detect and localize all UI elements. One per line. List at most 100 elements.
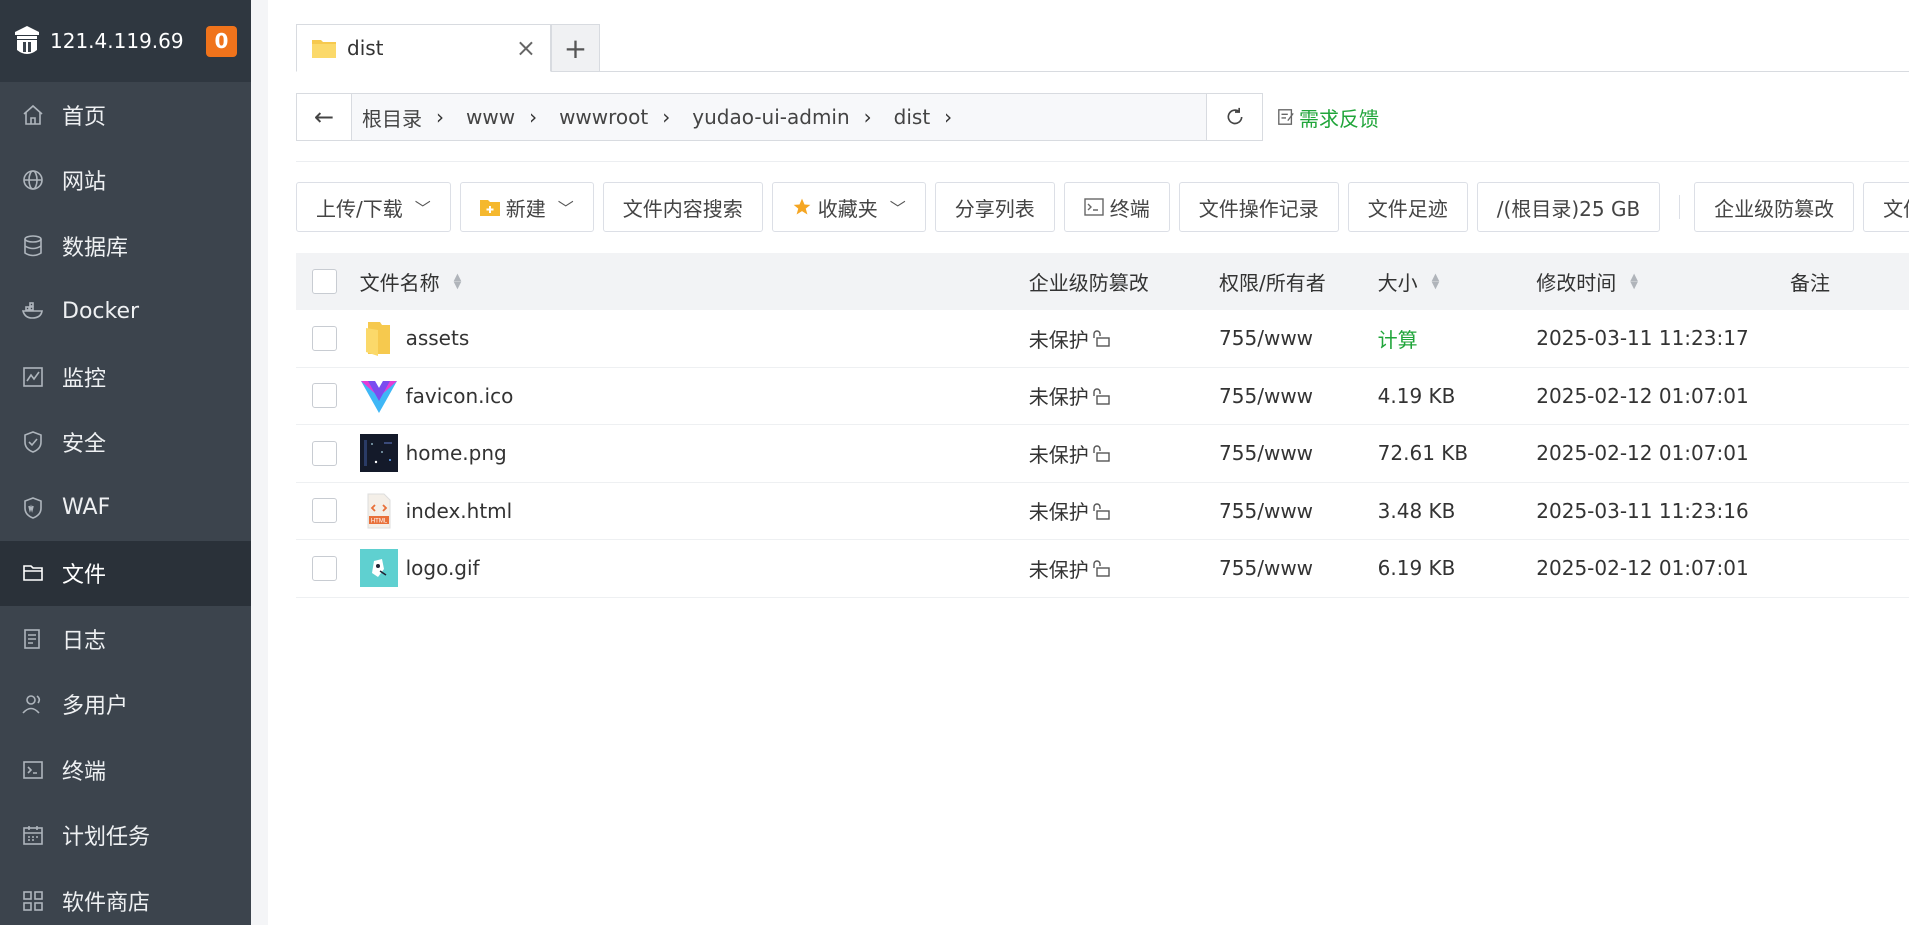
crumb-wwwroot[interactable]: wwwroot	[559, 105, 648, 129]
feedback-link[interactable]: 需求反馈	[1277, 103, 1379, 132]
row-checkbox[interactable]	[312, 555, 337, 581]
chevron-right-icon: ›	[863, 105, 872, 129]
tamper-protection-button[interactable]: 企业级防篡改	[1694, 182, 1855, 232]
chevron-down-icon: ﹀	[889, 199, 906, 218]
row-checkbox[interactable]	[312, 325, 337, 351]
sidebar-item-label: WAF	[62, 495, 111, 521]
favorites-button[interactable]: 收藏夹 ﹀	[771, 182, 926, 232]
close-icon[interactable]: ×	[516, 34, 536, 62]
sidebar-item-waf[interactable]: WAF	[0, 475, 251, 541]
unlock-icon[interactable]	[1093, 444, 1111, 462]
terminal-button[interactable]: 终端	[1063, 182, 1170, 232]
table-row[interactable]: home.png 未保护 755/www 72.61 KB 2025-02-12…	[296, 425, 1909, 483]
crumb-dist[interactable]: dist	[894, 105, 931, 129]
star-icon	[792, 197, 812, 217]
sidebar-item-docker[interactable]: Docker	[0, 279, 251, 345]
chevron-right-icon: ›	[529, 105, 538, 129]
table-row[interactable]: favicon.ico 未保护 755/www 4.19 KB 2025-02-…	[296, 368, 1909, 425]
terminal-icon	[20, 757, 46, 783]
unlock-icon[interactable]	[1093, 502, 1111, 520]
sidebar-item-multi-user[interactable]: 多用户	[0, 672, 251, 738]
select-all-checkbox[interactable]	[312, 269, 337, 294]
file-name[interactable]: logo.gif	[406, 556, 480, 580]
unlock-icon[interactable]	[1093, 559, 1111, 577]
tab-dist[interactable]: dist ×	[296, 24, 551, 72]
crumb-root[interactable]: 根目录	[362, 103, 422, 132]
file-name[interactable]: favicon.ico	[406, 384, 514, 408]
file-size: 4.19 KB	[1377, 383, 1456, 408]
col-mtime-header[interactable]: 修改时间 ▲ ▼	[1536, 267, 1790, 296]
sidebar-item-files[interactable]: 文件	[0, 540, 251, 606]
row-checkbox[interactable]	[312, 440, 337, 466]
sidebar-item-security[interactable]: 安全	[0, 410, 251, 476]
perm-owner[interactable]: 755/www	[1219, 556, 1378, 580]
calculate-size-link[interactable]: 计算	[1378, 324, 1418, 353]
log-icon	[20, 626, 46, 652]
col-size-header[interactable]: 大小 ▲ ▼	[1378, 267, 1537, 296]
alert-count-badge[interactable]: 0	[206, 25, 237, 57]
sidebar-item-cron[interactable]: 计划任务	[0, 803, 251, 869]
table-row[interactable]: logo.gif 未保护 755/www 6.19 KB 2025-02-12 …	[296, 540, 1909, 598]
row-checkbox[interactable]	[312, 498, 337, 524]
file-name[interactable]: assets	[406, 326, 470, 350]
sidebar-item-label: 数据库	[62, 235, 129, 261]
back-button[interactable]: ←	[296, 93, 352, 141]
file-manager: dist × + ← 根目录 › www › wwwroot › yudao-u…	[268, 0, 1909, 925]
docker-icon	[20, 298, 46, 324]
terminal-icon	[1084, 198, 1104, 216]
file-sync-button[interactable]: 文件同	[1863, 182, 1909, 232]
sort-icon[interactable]: ▲ ▼	[1432, 272, 1440, 290]
unlock-icon[interactable]	[1093, 329, 1111, 347]
protect-status: 未保护	[1028, 385, 1089, 410]
sidebar-item-websites[interactable]: 网站	[0, 148, 251, 214]
chevron-right-icon[interactable]: ›	[944, 105, 952, 129]
file-size: 6.19 KB	[1377, 556, 1456, 581]
disk-usage-button[interactable]: /(根目录)25 GB	[1476, 182, 1661, 232]
sidebar-item-database[interactable]: 数据库	[0, 213, 251, 279]
table-row[interactable]: assets 未保护 755/www 计算 2025-03-11 11:23:1…	[296, 310, 1909, 368]
share-list-button[interactable]: 分享列表	[934, 182, 1055, 232]
chevron-right-icon: ›	[662, 105, 671, 129]
upload-download-button[interactable]: 上传/下载 ﹀	[296, 182, 451, 232]
apps-grid-icon	[20, 888, 46, 914]
sidebar-item-terminal[interactable]: 终端	[0, 737, 251, 803]
row-checkbox[interactable]	[312, 383, 337, 409]
crumb-yudao-ui-admin[interactable]: yudao-ui-admin	[692, 105, 849, 129]
refresh-button[interactable]	[1207, 93, 1263, 141]
breadcrumb: 根目录 › www › wwwroot › yudao-ui-admin › d…	[352, 93, 1207, 141]
col-name-header[interactable]: 文件名称 ▲ ▼	[360, 267, 1029, 296]
users-icon	[20, 691, 46, 717]
protect-status: 未保护	[1028, 442, 1089, 467]
sidebar-item-label: 网站	[62, 170, 107, 196]
server-ip: 121.4.119.69	[50, 29, 184, 53]
op-log-button[interactable]: 文件操作记录	[1178, 182, 1339, 232]
file-name[interactable]: index.html	[406, 499, 513, 523]
file-name[interactable]: home.png	[406, 441, 507, 465]
sidebar-item-label: 文件	[62, 563, 107, 589]
sidebar-item-logs[interactable]: 日志	[0, 606, 251, 672]
sidebar-item-monitor[interactable]: 监控	[0, 344, 251, 410]
perm-owner[interactable]: 755/www	[1219, 384, 1378, 408]
refresh-icon	[1227, 107, 1242, 125]
new-button[interactable]: 新建 ﹀	[459, 182, 594, 232]
perm-owner[interactable]: 755/www	[1219, 326, 1378, 350]
sort-icon[interactable]: ▲ ▼	[454, 272, 462, 290]
globe-icon	[20, 167, 46, 193]
perm-owner[interactable]: 755/www	[1219, 441, 1378, 465]
footprint-button[interactable]: 文件足迹	[1347, 182, 1468, 232]
sort-icon[interactable]: ▲ ▼	[1630, 272, 1638, 290]
unlock-icon[interactable]	[1093, 387, 1111, 405]
favorites-label: 收藏夹	[817, 196, 878, 221]
sidebar-item-home[interactable]: 首页	[0, 82, 251, 148]
add-tab-button[interactable]: +	[551, 24, 600, 72]
bt-panel-logo-icon	[12, 24, 42, 58]
sidebar-item-app-store[interactable]: 软件商店	[0, 868, 251, 925]
col-note-header: 备注	[1790, 271, 1831, 295]
terminal-label: 终端	[1109, 196, 1150, 221]
crumb-www[interactable]: www	[466, 105, 515, 129]
protect-status: 未保护	[1028, 327, 1089, 352]
mtime: 2025-03-11 11:23:17	[1536, 326, 1749, 351]
content-search-button[interactable]: 文件内容搜索	[602, 182, 763, 232]
table-row[interactable]: HTML index.html 未保护 755/www 3.48 KB 2025…	[296, 483, 1909, 540]
perm-owner[interactable]: 755/www	[1219, 499, 1378, 523]
